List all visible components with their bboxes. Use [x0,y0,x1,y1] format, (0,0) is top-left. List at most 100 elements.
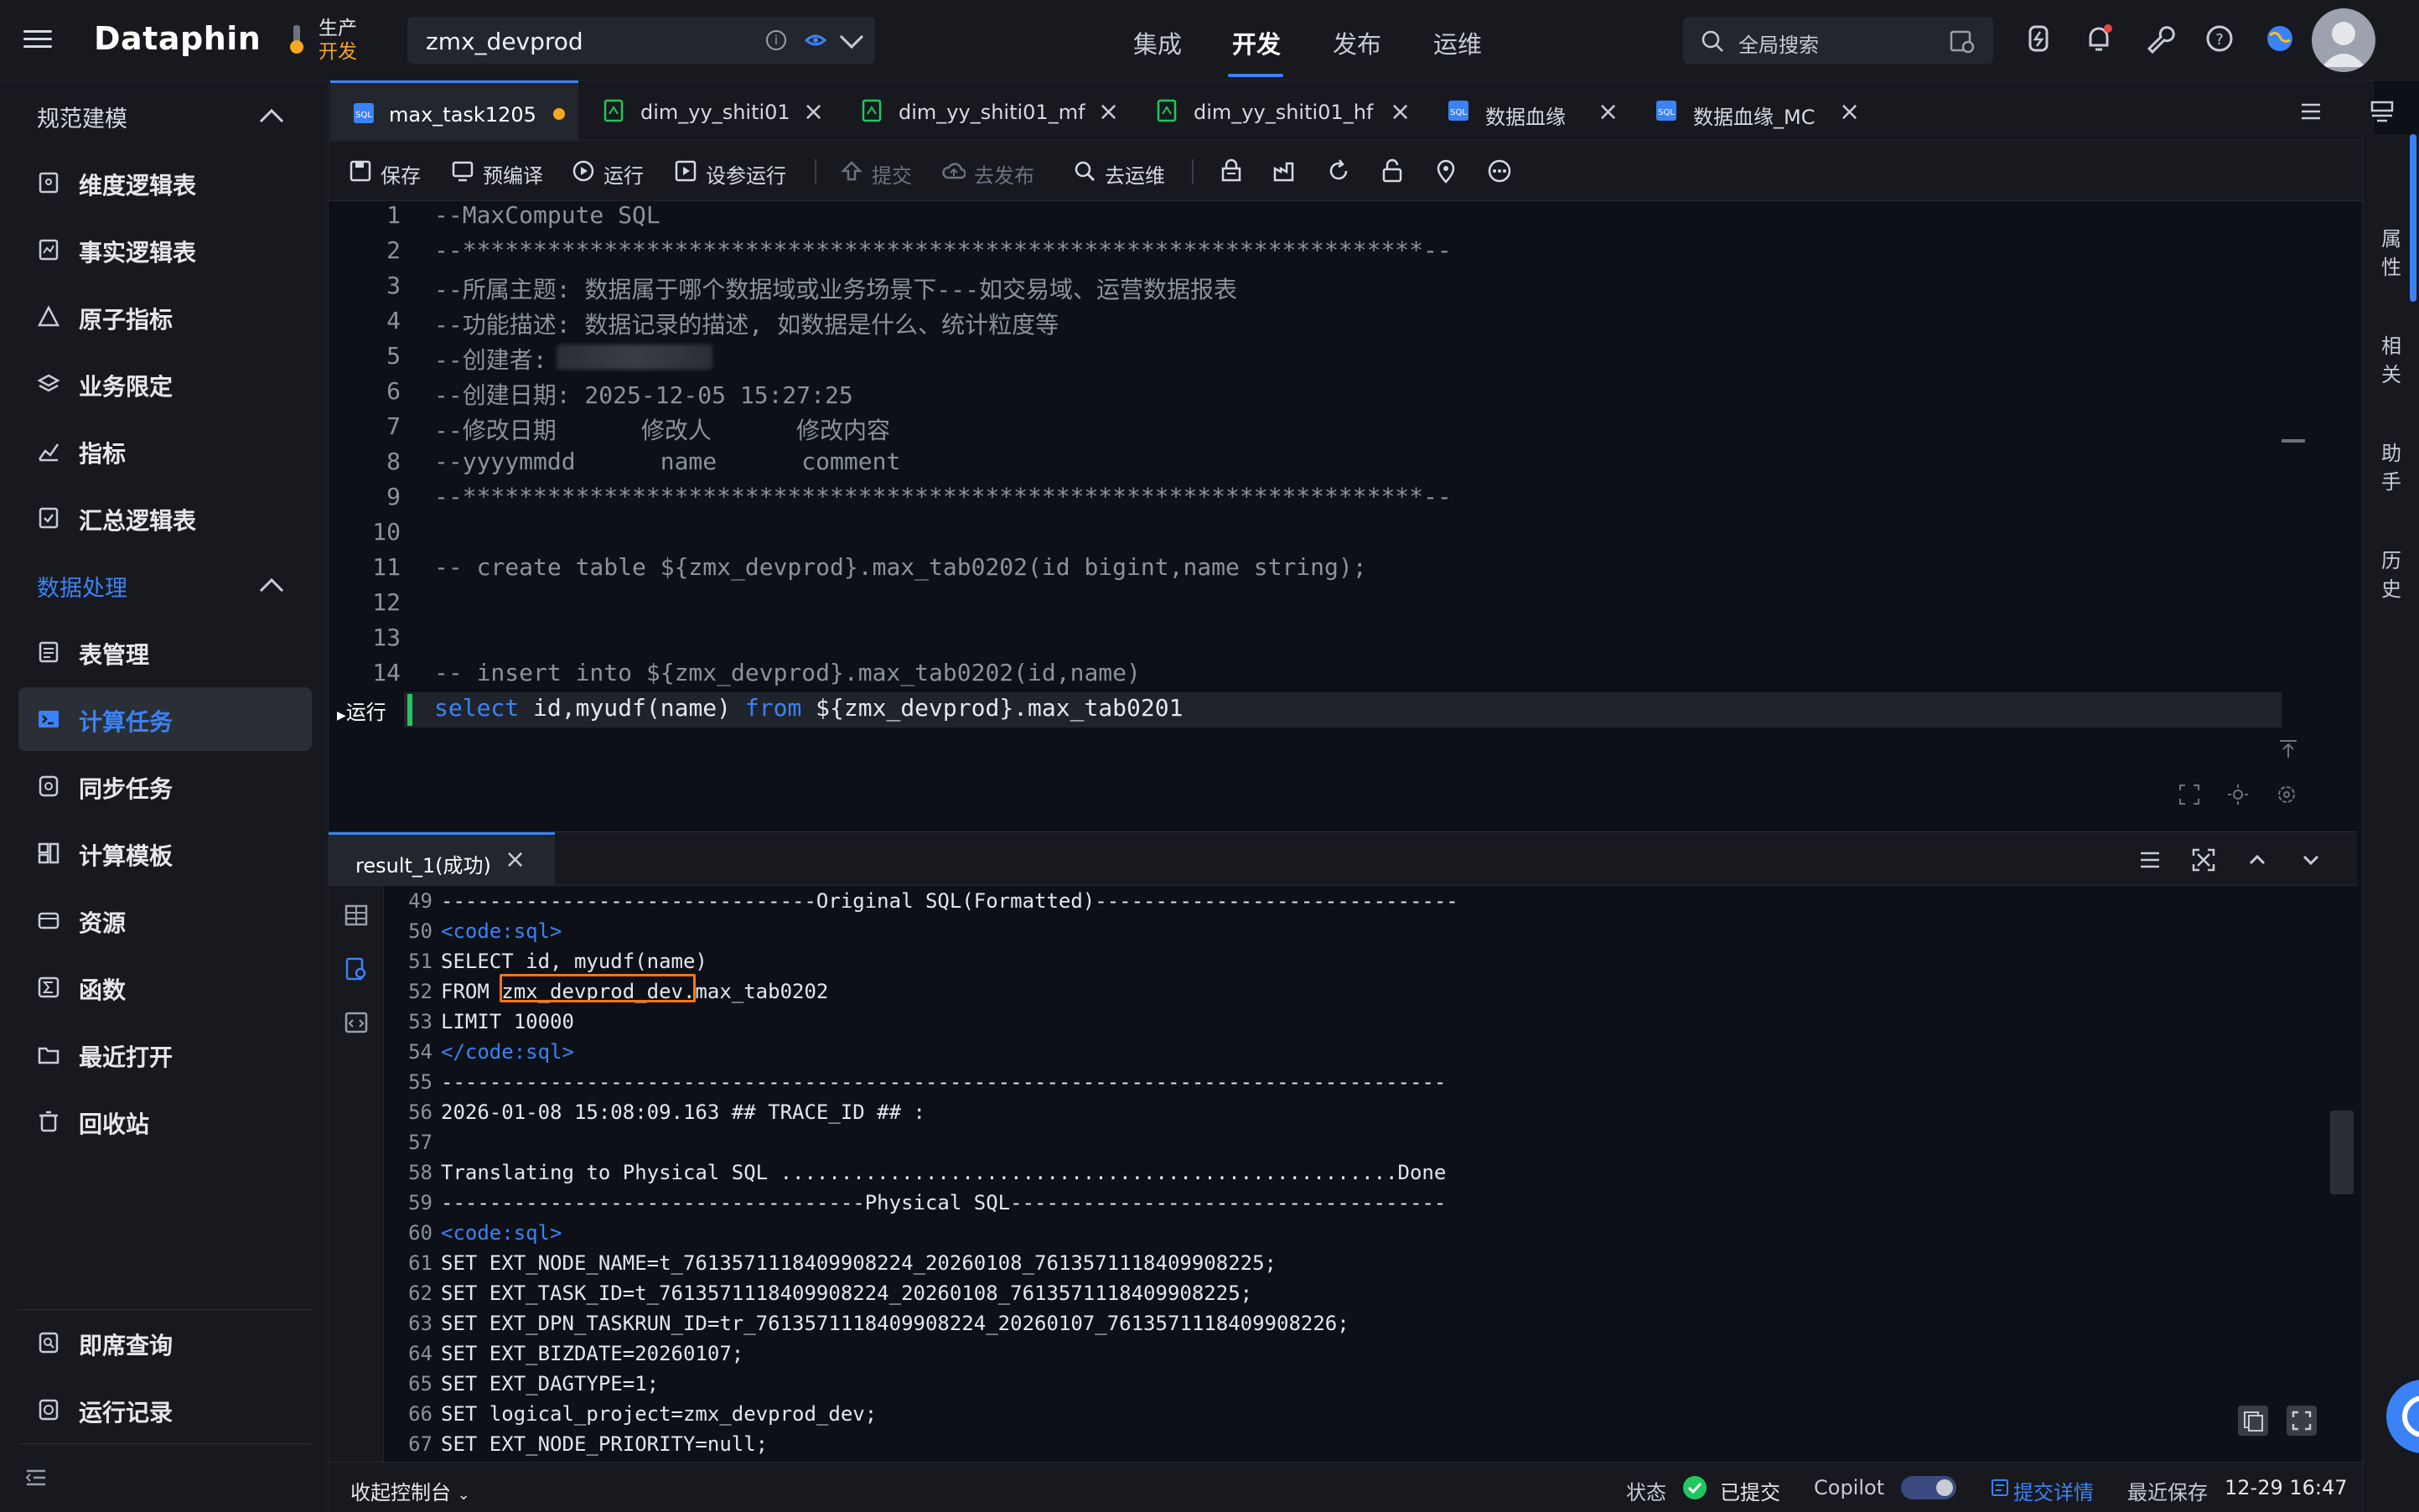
power-icon[interactable] [2022,22,2055,55]
tab-dim-yy-shiti01[interactable]: dim_yy_shiti01 × [580,80,837,141]
nav-active-indicator [1228,74,1283,77]
table-grid-icon[interactable] [344,903,369,928]
sidebar-item-run-history[interactable]: 运行记录 [18,1378,312,1442]
copy-icon[interactable] [2236,1404,2270,1437]
sidebar-item-label: 表管理 [79,641,150,669]
search-history-icon[interactable] [1948,27,1976,55]
tab-data-lineage-mc[interactable]: SQL 数据血缘_MC × [1633,80,1884,141]
nav-integration[interactable]: 集成 [1133,25,1182,60]
sidebar-item-atomic-metric[interactable]: 原子指标 [18,285,312,349]
wrench-icon[interactable] [2142,22,2176,55]
project-selector[interactable]: zmx_devprod i [407,17,875,64]
tab-data-lineage[interactable]: SQL 数据血缘 × [1425,80,1631,141]
refresh-icon[interactable] [1326,158,1351,184]
chevron-up-icon[interactable] [259,577,284,603]
app-logo[interactable]: Dataphin [94,20,261,57]
sidebar-item-fact-table[interactable]: 事实逻辑表 [18,218,312,282]
sidebar-item-ad-hoc-query[interactable]: 即席查询 [18,1311,312,1375]
sidebar-item-function[interactable]: 函数 [18,955,312,1019]
panel-assistant[interactable]: 助手 [2380,439,2403,496]
nav-develop[interactable]: 开发 [1232,25,1281,60]
panel-related[interactable]: 相关 [2380,332,2403,389]
more-options-icon[interactable] [1487,158,1512,184]
precompile-button[interactable]: 预编译 [451,156,560,188]
save-button[interactable]: 保存 [349,156,433,188]
panel-history[interactable]: 历史 [2380,546,2403,603]
help-icon[interactable]: ? [2203,22,2236,55]
chevron-up-icon[interactable] [259,108,284,133]
chevron-down-icon[interactable] [839,24,864,49]
chevron-up-icon[interactable] [2245,847,2270,873]
sidebar-item-resource[interactable]: 资源 [18,888,312,952]
code-line: --所属主题: 数据属于哪个数据域或业务场景下---如交易域、运营数据报表 [434,276,1238,303]
run-line-marker[interactable]: ▶运行 [337,696,386,725]
go-ops-button[interactable]: 去运维 [1073,156,1182,188]
submit-button[interactable]: 提交 [840,156,924,188]
sidebar-item-sync-task[interactable]: 同步任务 [18,754,312,818]
sidebar-item-summary-table[interactable]: 汇总逻辑表 [18,486,312,550]
list-view-icon[interactable] [2137,847,2163,873]
tab-result-1[interactable]: result_1(成功) × [329,832,555,886]
result-scrollbar[interactable] [2330,1111,2354,1194]
sidebar-item-table-management[interactable]: 表管理 [18,620,312,684]
tab-dim-yy-shiti01-hf[interactable]: dim_yy_shiti01_hf × [1133,80,1423,141]
summary-table-icon [39,507,59,529]
tab-list-menu-icon[interactable] [2298,99,2323,124]
section-standard-modeling[interactable]: 规范建模 [37,101,127,133]
close-icon[interactable]: × [1598,97,1619,127]
nav-operations[interactable]: 运维 [1433,25,1482,60]
code-view-icon[interactable] [344,1010,369,1035]
section-data-processing[interactable]: 数据处理 [37,570,127,603]
hamburger-menu-icon[interactable] [23,25,52,54]
sidebar-item-compute-template[interactable]: 计算模板 [18,821,312,885]
sidebar-item-recycle-bin[interactable]: 回收站 [18,1090,312,1153]
global-search[interactable]: 全局搜索 [1683,17,1993,64]
panel-properties[interactable]: 属性 [2380,225,2403,282]
close-icon[interactable]: × [505,845,526,874]
copilot-float-icon[interactable] [2383,1376,2419,1457]
sql-file-icon: SQL [1448,101,1468,121]
factory-icon[interactable] [1272,158,1298,184]
tab-dim-yy-shiti01-mf[interactable]: dim_yy_shiti01_mf × [838,80,1132,141]
expand-icon[interactable] [2285,1404,2318,1437]
maximize-panel-icon[interactable] [2191,847,2216,873]
theme-sun-icon[interactable] [2226,783,2250,806]
lock-task-icon[interactable] [1219,158,1244,184]
panel-layout-icon[interactable] [2369,99,2396,126]
status-bar: 收起控制台 ⌄ 状态 已提交 Copilot 提交详情 最近保存 12-29 1… [329,1462,2362,1512]
close-icon[interactable]: × [1098,97,1119,127]
collapse-sidebar-icon[interactable] [23,1465,49,1490]
location-pin-icon[interactable] [1433,158,1458,184]
close-icon[interactable]: × [803,97,824,127]
tab-max-task1205[interactable]: SQL max_task1205 [330,80,578,141]
info-icon[interactable]: i [766,30,786,50]
notification-bell-icon[interactable] [2082,22,2116,55]
result-log[interactable]: 49 -------------------------------Origina… [384,886,2337,1463]
sidebar-item-metric[interactable]: 指标 [18,419,312,483]
copilot-toggle[interactable] [1901,1476,1956,1499]
sidebar-item-recent[interactable]: 最近打开 [18,1023,312,1086]
nav-publish[interactable]: 发布 [1333,25,1381,60]
chevron-down-icon[interactable] [2298,847,2323,873]
unlock-icon[interactable] [1380,158,1405,184]
sidebar-item-label: 回收站 [79,1111,150,1138]
scroll-to-top-icon[interactable] [2277,738,2300,761]
param-run-button[interactable]: 设参运行 [674,156,800,188]
code-editor[interactable]: 1 2 3 4 5 6 7 8 9 10 11 12 13 14 ▶运行 --M… [329,201,2357,831]
globe-icon[interactable] [2263,22,2297,55]
fullscreen-icon[interactable] [2178,783,2201,806]
sidebar-item-business-filter[interactable]: 业务限定 [18,352,312,416]
env-dev-label: 开发 [319,41,357,63]
close-icon[interactable]: × [1390,97,1411,127]
close-icon[interactable]: × [1839,97,1860,127]
collapse-console-button[interactable]: 收起控制台 ⌄ [350,1476,470,1505]
settings-gear-icon[interactable] [2275,783,2298,806]
log-search-icon[interactable] [344,956,369,981]
run-button[interactable]: 运行 [572,156,655,188]
sidebar-item-dimension-table[interactable]: 维度逻辑表 [18,151,312,215]
code-line-active: select id,myudf(name) from ${zmx_devprod… [434,694,1184,722]
user-avatar[interactable] [2312,8,2375,72]
publish-button[interactable]: 去发布 [942,156,1051,188]
sidebar-item-compute-task[interactable]: 计算任务 [18,687,312,751]
submit-detail-link[interactable]: 提交详情 [2013,1476,2094,1505]
